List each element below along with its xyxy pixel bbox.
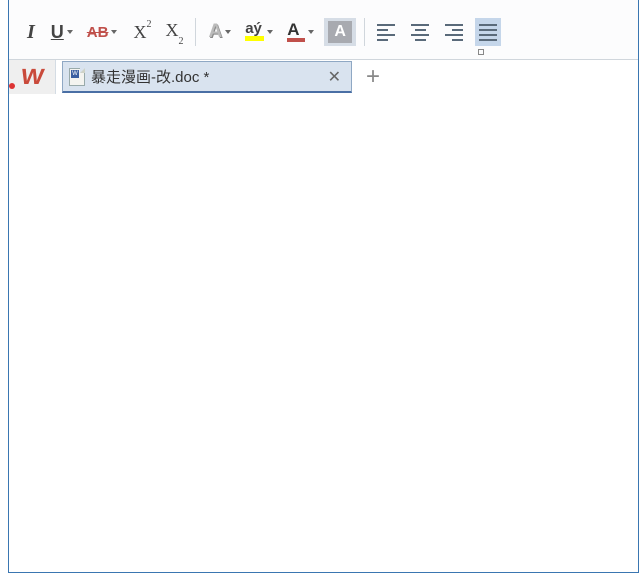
subscript-icon: X2 [165,20,183,44]
document-tab-active[interactable]: W 暴走漫画-改.doc * ✕ [62,61,352,93]
strikethrough-icon: AB [87,24,109,41]
align-right-button[interactable] [441,18,467,46]
underline-button[interactable]: U [47,18,77,46]
wps-home-button[interactable]: W [9,60,55,94]
formatting-toolbar: I U AB X2 X2 A aý [9,0,638,60]
doc-file-icon: W [69,68,85,86]
align-left-button[interactable] [373,18,399,46]
toolbar-overflow-icon[interactable] [478,49,484,55]
highlight-button[interactable]: aý [241,18,277,46]
text-effects-icon: A [208,21,222,43]
plus-icon: + [366,63,380,91]
superscript-icon: X2 [133,22,151,43]
align-right-icon [445,24,463,41]
subscript-button[interactable]: X2 [161,18,187,46]
underline-icon: U [51,22,64,43]
italic-button[interactable]: I [23,18,39,46]
separator [195,18,196,46]
align-justify-icon [479,24,497,41]
dropdown-icon [267,30,273,34]
wps-logo-icon: W [19,64,46,90]
strikethrough-button[interactable]: AB [83,18,122,46]
align-left-icon [377,24,395,41]
document-tab-title: 暴走漫画-改.doc * [91,66,318,87]
text-effects-button[interactable]: A [204,18,235,46]
document-tab-bar: W W 暴走漫画-改.doc * ✕ + [9,60,638,94]
dropdown-icon [67,30,73,34]
dropdown-icon [225,30,231,34]
shading-icon: A [328,21,352,43]
close-tab-button[interactable]: ✕ [324,67,345,87]
italic-icon: I [27,21,35,44]
app-window: I U AB X2 X2 A aý [8,0,639,573]
align-justify-button[interactable] [475,18,501,46]
font-color-button[interactable]: A [283,18,318,46]
character-shading-button[interactable]: A [324,18,356,46]
font-color-icon: A [287,23,305,42]
highlight-icon: aý [245,23,264,41]
separator [55,60,56,94]
new-tab-button[interactable]: + [358,62,388,92]
dropdown-icon [308,30,314,34]
align-center-button[interactable] [407,18,433,46]
superscript-button[interactable]: X2 [129,18,155,46]
dropdown-icon [111,30,117,34]
separator [364,18,365,46]
align-center-icon [411,24,429,41]
notification-dot-icon [9,83,15,89]
document-canvas[interactable] [9,113,638,572]
